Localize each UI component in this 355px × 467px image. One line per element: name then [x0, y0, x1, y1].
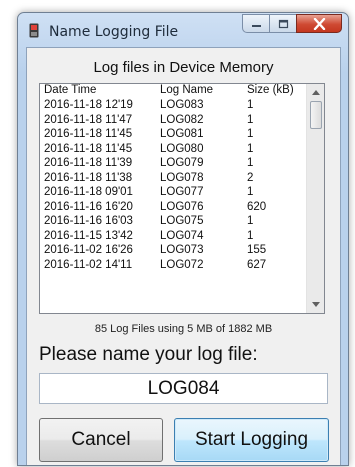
scroll-down-button[interactable]	[307, 296, 324, 313]
log-name: LOG083	[160, 99, 204, 111]
log-size: 620	[247, 200, 267, 213]
log-name: LOG078	[160, 171, 204, 184]
log-row[interactable]: 2016-11-18 11'38 LOG078 2	[40, 172, 308, 187]
log-name: LOG081	[160, 128, 204, 140]
log-row[interactable]: 2016-11-16 16'03 LOG075 1	[40, 215, 308, 230]
log-row[interactable]: 2016-11-18 11'39 LOG079 1	[40, 157, 308, 172]
log-date-time: 2016-11-18 11'47	[44, 113, 133, 126]
log-list-rows: 2016-11-18 12'19 LOG083 1 2016-11-18 11'47…	[40, 99, 308, 273]
log-size: 1	[247, 186, 254, 198]
column-header-date-time[interactable]: Date Time	[44, 84, 96, 96]
log-date-time: 2016-11-16 16'03	[44, 215, 133, 227]
name-prompt-label: Please name your log file:	[39, 344, 258, 365]
log-file-name-input[interactable]	[39, 373, 328, 404]
close-button[interactable]	[296, 14, 342, 33]
log-row[interactable]: 2016-11-15 13'42 LOG074 1	[40, 230, 308, 245]
scroll-up-button[interactable]	[307, 84, 324, 101]
log-name: LOG082	[160, 113, 204, 126]
log-size: 2	[247, 171, 254, 184]
dialog-content: Log files in Device Memory Date Time Log…	[26, 47, 341, 465]
log-name: LOG074	[160, 229, 204, 242]
log-size: 627	[247, 258, 267, 271]
log-size: 1	[247, 113, 254, 126]
log-size: 1	[247, 99, 254, 111]
log-name: LOG073	[160, 244, 204, 256]
log-size: 1	[247, 142, 254, 155]
log-date-time: 2016-11-18 09'01	[44, 186, 133, 198]
log-list-scrollbar[interactable]	[306, 84, 324, 313]
log-date-time: 2016-11-16 16'20	[44, 200, 133, 213]
log-row[interactable]: 2016-11-16 16'20 LOG076 620	[40, 201, 308, 216]
log-row[interactable]: 2016-11-02 16'26 LOG073 155	[40, 244, 308, 259]
log-date-time: 2016-11-02 14'11	[44, 258, 133, 271]
maximize-button[interactable]	[269, 14, 296, 33]
log-name: LOG079	[160, 157, 204, 169]
dialog-window: Name Logging File Log files in Device Me…	[17, 12, 349, 466]
window-title: Name Logging File	[49, 24, 179, 40]
title-bar[interactable]: Name Logging File	[18, 13, 348, 47]
storage-summary: 85 Log Files using 5 MB of 1882 MB	[94, 323, 273, 335]
log-size: 1	[247, 215, 254, 227]
log-name: LOG075	[160, 215, 204, 227]
app-icon	[29, 23, 39, 38]
start-logging-button[interactable]: Start Logging	[174, 418, 329, 462]
cancel-button[interactable]: Cancel	[39, 418, 163, 462]
log-row[interactable]: 2016-11-18 11'45 LOG080 1	[40, 143, 308, 158]
log-list-title: Log files in Device Memory	[93, 59, 274, 76]
scroll-up-arrow-icon	[311, 90, 320, 95]
log-size: 155	[247, 244, 267, 256]
log-date-time: 2016-11-18 11'45	[44, 128, 133, 140]
log-date-time: 2016-11-18 11'38	[44, 171, 133, 184]
log-size: 1	[247, 229, 254, 242]
log-name: LOG077	[160, 186, 204, 198]
log-name: LOG076	[160, 200, 204, 213]
maximize-icon	[278, 19, 288, 28]
log-list-header: Date Time Log Name Size (kB)	[40, 84, 308, 100]
log-file-listbox[interactable]: Date Time Log Name Size (kB) 2016-11-18 …	[39, 83, 325, 314]
log-date-time: 2016-11-15 13'42	[44, 229, 133, 242]
log-row[interactable]: 2016-11-18 12'19 LOG083 1	[40, 99, 308, 114]
log-row[interactable]: 2016-11-18 11'45 LOG081 1	[40, 128, 308, 143]
scroll-down-arrow-icon	[311, 302, 320, 307]
column-header-size[interactable]: Size (kB)	[247, 84, 294, 96]
log-size: 1	[247, 157, 254, 169]
log-date-time: 2016-11-18 12'19	[44, 99, 133, 111]
scrollbar-thumb[interactable]	[310, 101, 322, 129]
column-header-log-name[interactable]: Log Name	[160, 84, 213, 96]
log-row[interactable]: 2016-11-18 11'47 LOG082 1	[40, 114, 308, 129]
log-size: 1	[247, 128, 254, 140]
log-date-time: 2016-11-18 11'39	[44, 157, 133, 169]
minimize-button[interactable]	[242, 14, 269, 33]
log-row[interactable]: 2016-11-02 14'11 LOG072 627	[40, 259, 308, 274]
log-row[interactable]: 2016-11-18 09'01 LOG077 1	[40, 186, 308, 201]
log-name: LOG072	[160, 258, 204, 271]
log-date-time: 2016-11-18 11'45	[44, 142, 133, 155]
minimize-icon	[251, 25, 261, 27]
close-icon	[313, 17, 325, 30]
window-controls	[242, 14, 342, 33]
log-date-time: 2016-11-02 16'26	[44, 244, 133, 256]
log-name: LOG080	[160, 142, 204, 155]
